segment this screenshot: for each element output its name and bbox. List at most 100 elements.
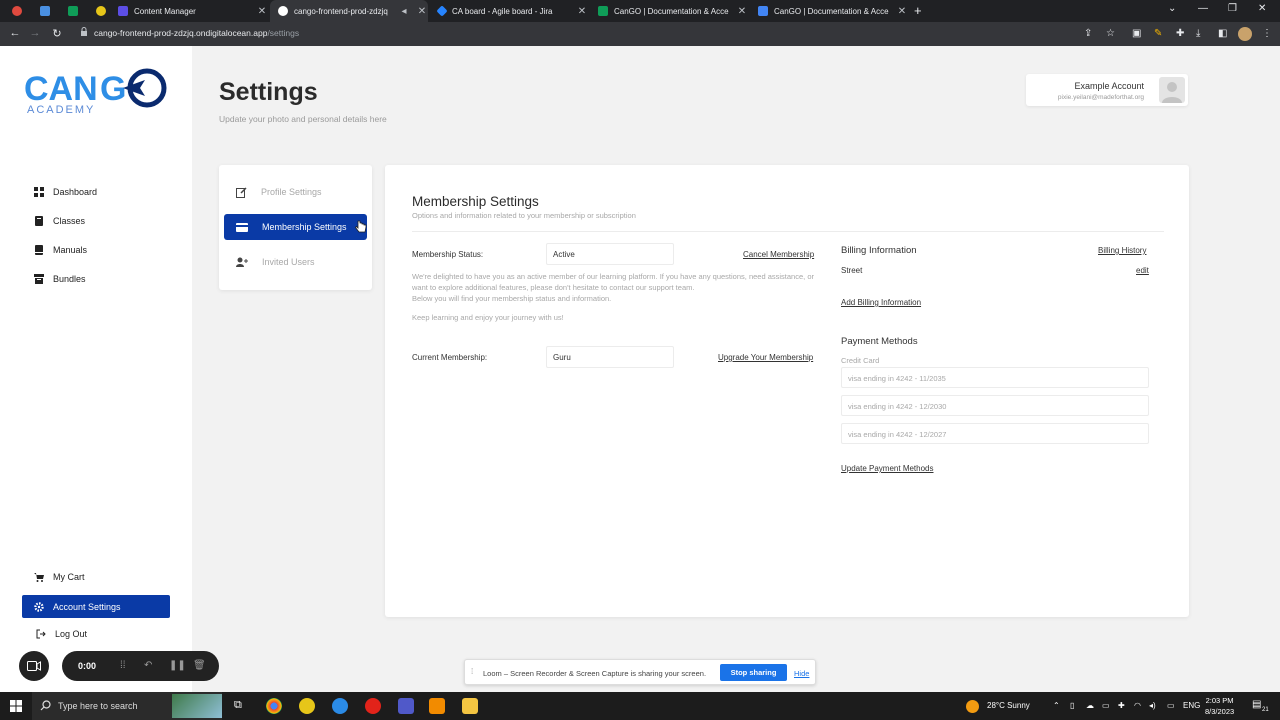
teams-taskbar-icon[interactable]	[398, 698, 414, 714]
sidebar-item-bundles[interactable]: Bundles	[22, 267, 170, 290]
close-window-icon[interactable]: ✕	[1258, 3, 1266, 14]
stop-sharing-button[interactable]: Stop sharing	[720, 664, 787, 681]
search-icon	[40, 700, 51, 711]
opera-taskbar-icon[interactable]	[365, 698, 381, 714]
wifi-icon[interactable]: ◠	[1134, 701, 1141, 710]
sublime-taskbar-icon[interactable]	[429, 698, 445, 714]
current-membership-field: Guru	[546, 346, 674, 368]
cloud-icon[interactable]: ☁	[1086, 701, 1094, 710]
layers-icon	[35, 215, 43, 226]
weather-text[interactable]: 28°C Sunny	[987, 701, 1030, 710]
tab-cango-frontend[interactable]: cango-frontend-prod-zdzjq ◂ ✕	[270, 0, 428, 22]
address-bar: ← → ↻ cango-frontend-prod-zdzjq.ondigita…	[0, 22, 1280, 46]
clock-time: 2:03 PM	[1205, 696, 1234, 705]
drag-handle-icon[interactable]: ⁞⁞	[120, 660, 126, 671]
sidebar-item-log-out[interactable]: Log Out	[22, 622, 170, 645]
undo-icon[interactable]: ↶	[144, 660, 152, 671]
tab-search-icon[interactable]: ⌄	[1168, 3, 1176, 14]
gear-icon	[34, 601, 44, 612]
add-billing-link[interactable]: Add Billing Information	[841, 298, 921, 307]
pinned-tab[interactable]	[30, 0, 60, 22]
cancel-membership-link[interactable]: Cancel Membership	[743, 250, 814, 259]
close-icon[interactable]: ✕	[736, 6, 748, 17]
tab-favicon	[118, 6, 128, 16]
chrome-taskbar-icon[interactable]	[266, 698, 282, 714]
payment-card-row[interactable]: visa ending in 4242 - 12/2030	[841, 395, 1149, 416]
taskbar-search[interactable]: Type here to search	[32, 692, 222, 720]
settings-menu-membership[interactable]: Membership Settings	[224, 214, 367, 240]
sidebar-item-label: Account Settings	[53, 601, 121, 612]
url-input[interactable]: cango-frontend-prod-zdzjq.ondigitalocean…	[94, 28, 299, 38]
close-icon[interactable]: ✕	[576, 6, 588, 17]
tab-title: Content Manager	[134, 6, 196, 16]
pinned-tab-icon	[12, 6, 22, 16]
trash-icon[interactable]: 🗑	[193, 660, 206, 671]
billing-history-link[interactable]: Billing History	[1098, 246, 1146, 255]
settings-menu-profile[interactable]: Profile Settings	[224, 179, 367, 205]
close-icon[interactable]: ✕	[256, 6, 268, 17]
pen-icon[interactable]: ✎	[1154, 28, 1162, 39]
language-indicator[interactable]: ENG	[1183, 701, 1200, 710]
update-payment-link[interactable]: Update Payment Methods	[841, 464, 934, 473]
notification-icon[interactable]: ▤	[1252, 699, 1261, 710]
sidebar-item-dashboard[interactable]: Dashboard	[22, 180, 170, 203]
volume-icon[interactable]: ◂)	[1149, 701, 1156, 710]
loom-camera-button[interactable]	[19, 651, 49, 681]
file-explorer-icon[interactable]	[462, 698, 478, 714]
pause-icon[interactable]: ❚❚	[169, 660, 186, 671]
restore-icon[interactable]: ❐	[1228, 3, 1237, 14]
sidebar-item-my-cart[interactable]: My Cart	[22, 565, 170, 588]
reload-icon[interactable]: ↻	[46, 27, 68, 40]
sidebar-item-classes[interactable]: Classes	[22, 209, 170, 232]
edit-icon	[236, 186, 247, 198]
tab-documentation-1[interactable]: CanGO | Documentation & Acce ✕	[590, 0, 748, 22]
pinned-tab[interactable]	[2, 0, 32, 22]
sidebar-item-manuals[interactable]: Manuals	[22, 238, 170, 261]
battery-icon[interactable]: ▭	[1167, 701, 1175, 710]
plus-tray-icon[interactable]: ✚	[1118, 701, 1125, 710]
settings-menu-invited-users[interactable]: Invited Users	[224, 249, 367, 275]
billing-street-label: Street	[841, 266, 863, 275]
mute-icon[interactable]: ◂	[398, 6, 410, 17]
page-title: Settings	[219, 78, 318, 106]
tab-jira[interactable]: CA board - Agile board - Jira ✕	[430, 0, 588, 22]
close-icon[interactable]: ✕	[416, 6, 428, 17]
tray-icon[interactable]: ▯	[1070, 701, 1074, 710]
system-clock[interactable]: 2:03 PM 8/3/2023	[1205, 695, 1234, 717]
close-icon[interactable]: ✕	[896, 6, 908, 17]
share-icon[interactable]: ⇪	[1084, 28, 1092, 39]
billing-edit-link[interactable]: edit	[1136, 266, 1149, 275]
payment-card-row[interactable]: visa ending in 4242 - 11/2035	[841, 367, 1149, 388]
tab-documentation-2[interactable]: CanGO | Documentation & Acce ✕	[750, 0, 908, 22]
hide-link[interactable]: Hide	[794, 669, 809, 678]
membership-title: Membership Settings	[412, 194, 539, 209]
app-taskbar-icon[interactable]	[332, 698, 348, 714]
tab-content-manager[interactable]: Content Manager ✕	[110, 0, 268, 22]
download-icon[interactable]: ⤓	[1196, 28, 1200, 39]
star-icon[interactable]: ☆	[1106, 28, 1115, 39]
user-placeholder-icon	[1162, 82, 1182, 103]
menu-icon[interactable]: ⋮	[1262, 28, 1272, 39]
app-taskbar-icon[interactable]	[299, 698, 315, 714]
sidebar-item-account-settings[interactable]: Account Settings	[22, 595, 170, 618]
puzzle-icon[interactable]: ✚	[1176, 28, 1184, 39]
back-icon[interactable]: ←	[4, 27, 26, 39]
drag-handle-icon[interactable]: ⁞	[471, 667, 473, 676]
pinned-tab[interactable]	[58, 0, 88, 22]
upgrade-membership-link[interactable]: Upgrade Your Membership	[718, 353, 813, 362]
account-card[interactable]: Example Account pixie.yeilani@madefortha…	[1026, 74, 1188, 106]
avatar[interactable]	[1159, 77, 1185, 103]
sidepanel-icon[interactable]: ◧	[1218, 28, 1227, 39]
new-tab-button[interactable]: +	[914, 3, 922, 18]
chevron-up-icon[interactable]: ⌃	[1053, 701, 1060, 710]
forward-icon[interactable]: →	[24, 27, 46, 39]
payment-card-row[interactable]: visa ending in 4242 - 12/2027	[841, 423, 1149, 444]
task-view-icon[interactable]: ⧉	[234, 699, 242, 712]
extension-icon[interactable]: ▣	[1132, 28, 1141, 39]
sidebar-item-label: Classes	[53, 215, 86, 226]
windows-start-icon[interactable]	[10, 700, 22, 712]
tab-title: CA board - Agile board - Jira	[452, 6, 553, 16]
monitor-icon[interactable]: ▭	[1102, 701, 1110, 710]
profile-avatar[interactable]	[1238, 27, 1252, 41]
minimize-icon[interactable]: —	[1198, 3, 1208, 14]
